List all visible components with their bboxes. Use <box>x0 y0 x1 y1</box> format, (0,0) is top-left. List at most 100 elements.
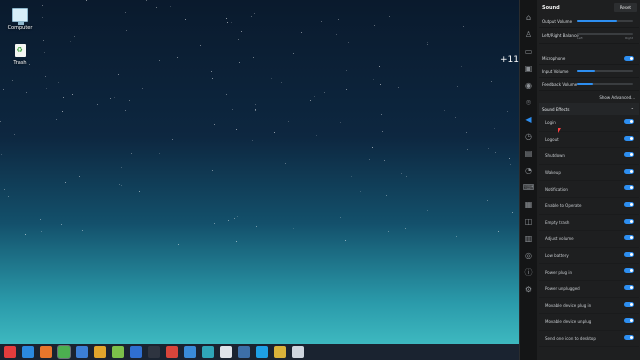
archive-icon[interactable] <box>94 346 106 358</box>
sound-icon[interactable]: ◀ <box>520 111 537 128</box>
star <box>467 149 468 150</box>
star <box>252 140 253 141</box>
terminal-icon[interactable] <box>148 346 160 358</box>
star <box>61 224 62 225</box>
sound-effect-toggle[interactable] <box>624 235 634 241</box>
sound-effect-toggle[interactable] <box>624 119 634 124</box>
star <box>12 80 13 81</box>
settings-icon[interactable] <box>292 346 304 358</box>
default-apps-icon[interactable]: ▣ <box>520 60 537 77</box>
microphone-toggle[interactable] <box>624 56 634 61</box>
desktop-icon-computer[interactable]: Computer <box>2 8 38 31</box>
star <box>40 219 41 220</box>
balance-slider[interactable] <box>577 33 633 35</box>
star <box>488 148 489 149</box>
star <box>214 223 215 224</box>
sound-effect-label: Adjust volume <box>545 236 574 242</box>
update-icon[interactable]: ▦ <box>520 196 537 213</box>
skype-icon[interactable] <box>256 346 268 358</box>
video-player-icon[interactable] <box>130 346 142 358</box>
user-icon[interactable]: ♙ <box>520 26 537 43</box>
star <box>42 5 43 6</box>
star <box>348 42 349 43</box>
star <box>274 132 275 133</box>
sound-effects-list: Login Logout Shutdown Wakeup Notification Ena… <box>539 115 639 348</box>
sound-effect-row: Movable device unplug <box>539 314 639 331</box>
file-manager-icon[interactable] <box>76 346 88 358</box>
sound-effect-toggle[interactable] <box>624 218 634 224</box>
show-desktop-icon[interactable] <box>22 346 34 358</box>
screenshot-icon[interactable] <box>238 346 250 358</box>
system-monitor-icon[interactable] <box>202 346 214 358</box>
chrome-icon[interactable] <box>57 345 71 359</box>
star <box>406 176 407 177</box>
star <box>228 220 229 221</box>
star <box>301 32 302 33</box>
sound-effect-toggle[interactable] <box>624 284 634 290</box>
balance-row: Left/Right Balance Left Right <box>539 28 639 44</box>
star <box>374 25 375 26</box>
star <box>345 240 346 241</box>
star <box>285 163 286 164</box>
sound-effect-toggle[interactable] <box>624 268 634 274</box>
slider-fill <box>577 70 595 72</box>
sound-effect-toggle[interactable] <box>624 334 634 340</box>
sound-effect-toggle[interactable] <box>624 152 634 158</box>
sound-effect-toggle[interactable] <box>624 251 634 257</box>
reset-button[interactable]: Reset <box>613 3 637 12</box>
feedback-volume-slider[interactable] <box>577 83 633 85</box>
sound-effects-header[interactable]: Sound Effects ⌃ <box>539 103 639 115</box>
desktop-icon-trash[interactable]: Trash <box>2 44 38 66</box>
sound-effect-label: Login <box>545 120 556 126</box>
settings-panel: ⌂ ♙ ▭ ▣ ◉ ⌾ ◀ ◷ ▤ ◔ ⌨ ▦ ◫ ▥ ◎ ⓘ ⚙ Sound Reset Output Vol… <box>519 0 640 360</box>
launcher-icon[interactable] <box>4 346 16 358</box>
star <box>178 244 179 245</box>
star <box>70 41 71 42</box>
printer-icon[interactable]: ▥ <box>520 230 537 247</box>
star <box>63 97 64 98</box>
sound-effect-toggle[interactable] <box>624 201 634 207</box>
star <box>226 18 227 19</box>
android-studio-icon[interactable] <box>112 346 124 358</box>
general-settings-icon[interactable]: ⚙ <box>520 281 537 298</box>
panel-header: Sound Reset <box>537 0 640 15</box>
sound-effect-toggle[interactable] <box>624 135 634 141</box>
star <box>351 176 352 177</box>
star <box>14 134 15 135</box>
star <box>125 12 126 13</box>
show-advanced-link[interactable]: Show Advanced... <box>537 91 640 103</box>
power-icon[interactable]: ▤ <box>520 145 537 162</box>
sound-effect-toggle[interactable] <box>624 185 634 191</box>
tool-icon[interactable] <box>274 346 286 358</box>
mouse-icon[interactable]: ◔ <box>520 162 537 179</box>
keyboard-icon[interactable]: ⌨ <box>520 179 537 196</box>
image-viewer-icon[interactable] <box>184 346 196 358</box>
star <box>119 184 120 185</box>
text-editor-icon[interactable] <box>220 346 232 358</box>
personalization-icon[interactable]: ◉ <box>520 77 537 94</box>
star <box>118 74 119 75</box>
output-volume-slider[interactable] <box>577 20 633 22</box>
balance-left-label: Left <box>577 36 583 40</box>
sound-effect-row: Low battery <box>539 248 639 265</box>
presentation-icon[interactable] <box>166 346 178 358</box>
computer-icon <box>12 8 28 25</box>
star <box>125 110 126 111</box>
sound-effect-row: Wakeup <box>539 165 639 182</box>
sound-effect-label: Enable to Operate <box>545 203 582 209</box>
firefox-icon[interactable] <box>40 346 52 358</box>
star <box>427 210 428 211</box>
accessibility-icon[interactable]: ◎ <box>520 247 537 264</box>
sound-effect-toggle[interactable] <box>624 168 634 174</box>
info-icon[interactable]: ⓘ <box>520 264 537 281</box>
input-volume-slider[interactable] <box>577 70 633 72</box>
sound-effect-toggle[interactable] <box>624 318 634 324</box>
sound-effect-toggle[interactable] <box>624 301 634 307</box>
star <box>62 111 63 112</box>
star <box>42 17 43 18</box>
home-icon[interactable]: ⌂ <box>520 9 537 26</box>
network-icon[interactable]: ⌾ <box>520 94 537 111</box>
time-icon[interactable]: ◷ <box>520 128 537 145</box>
wacom-icon[interactable]: ◫ <box>520 213 537 230</box>
display-icon[interactable]: ▭ <box>520 43 537 60</box>
